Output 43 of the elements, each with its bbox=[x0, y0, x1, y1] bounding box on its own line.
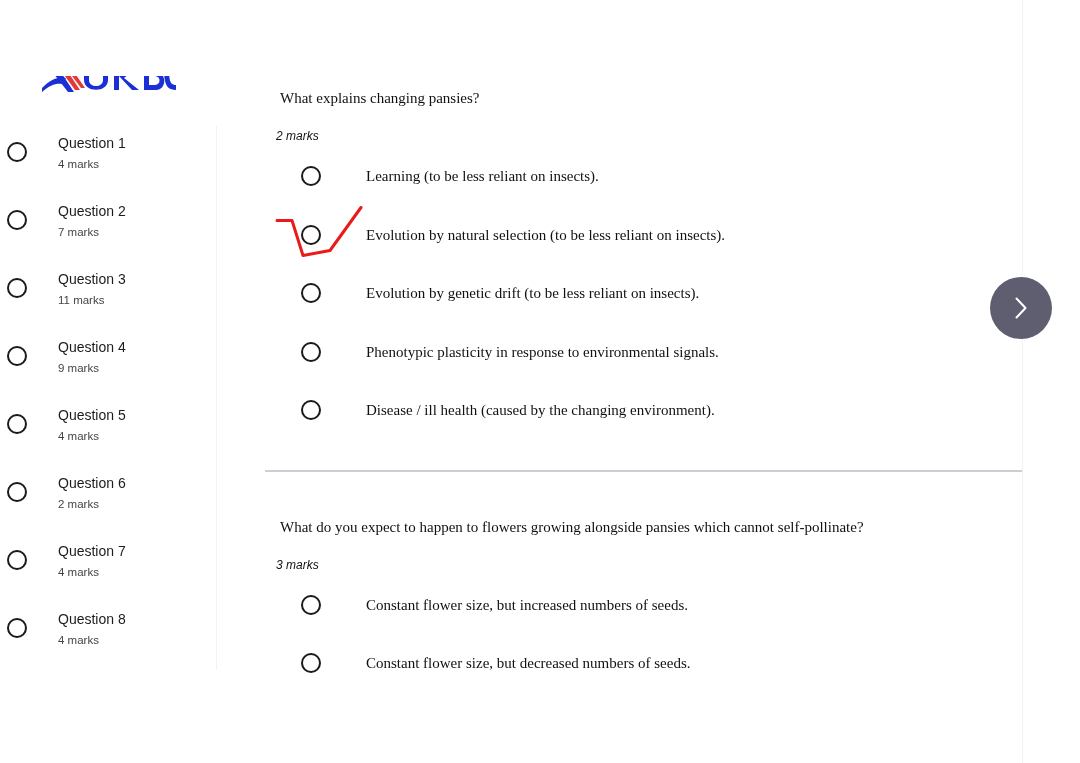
question-title[interactable]: Question 4 bbox=[58, 337, 126, 357]
option-label[interactable]: Disease / ill health (caused by the changing environment). bbox=[366, 400, 715, 421]
marks-text: 4 marks bbox=[58, 429, 100, 444]
option-label[interactable]: Learning (to be less reliant on insects). bbox=[366, 166, 599, 187]
radio-button[interactable] bbox=[7, 550, 27, 570]
radio-button[interactable] bbox=[7, 618, 27, 638]
question-text: What do you expect to happen to flowers growing alongside pansies which cannot self-pollinate? bbox=[280, 517, 864, 537]
chevron-right-icon bbox=[1015, 297, 1027, 319]
marks-text: 2 marks bbox=[58, 497, 100, 512]
option-label[interactable]: Evolution by natural selection (to be less reliant on insects). bbox=[366, 224, 726, 245]
radio-button[interactable] bbox=[7, 210, 27, 230]
radio-button[interactable] bbox=[7, 482, 27, 502]
marks-text: 7 marks bbox=[58, 225, 100, 240]
radio-button[interactable] bbox=[301, 166, 321, 187]
question-title[interactable]: Question 6 bbox=[58, 473, 126, 493]
question-text: What explains changing pansies? bbox=[280, 89, 480, 108]
marks-text: 9 marks bbox=[58, 361, 100, 376]
radio-button[interactable] bbox=[301, 653, 321, 674]
marks-text: 4 marks bbox=[58, 157, 100, 172]
marks-text: 11 marks bbox=[58, 293, 106, 308]
question-title[interactable]: Question 7 bbox=[58, 541, 126, 561]
radio-button[interactable] bbox=[301, 594, 321, 615]
radio-button[interactable] bbox=[301, 341, 321, 362]
option-label[interactable]: Constant flower size, but decreased numbers of seeds. bbox=[366, 653, 691, 674]
radio-button[interactable] bbox=[7, 278, 27, 298]
marks-text: 4 marks bbox=[58, 633, 100, 648]
question-title[interactable]: Question 1 bbox=[58, 133, 126, 153]
option-label[interactable]: Phenotypic plasticity in response to environmental signals. bbox=[366, 341, 719, 362]
marks-text: 2 marks bbox=[276, 128, 319, 144]
question-title[interactable]: Question 2 bbox=[58, 201, 126, 221]
question-title[interactable]: Question 3 bbox=[58, 269, 126, 289]
radio-button[interactable] bbox=[301, 283, 321, 304]
radio-button[interactable] bbox=[301, 224, 321, 245]
question-title[interactable]: Question 5 bbox=[58, 405, 126, 425]
question-title[interactable]: Question 8 bbox=[58, 609, 126, 629]
radio-button[interactable] bbox=[7, 414, 27, 434]
marks-text: 3 marks bbox=[276, 556, 319, 573]
marks-text: 4 marks bbox=[58, 565, 100, 580]
radio-button[interactable] bbox=[301, 400, 321, 421]
option-label[interactable]: Constant flower size, but increased numbers of seeds. bbox=[366, 594, 688, 615]
option-label[interactable]: Evolution by genetic drift (to be less reliant on insects). bbox=[366, 283, 700, 304]
radio-button[interactable] bbox=[7, 346, 27, 366]
radio-button[interactable] bbox=[7, 142, 27, 162]
